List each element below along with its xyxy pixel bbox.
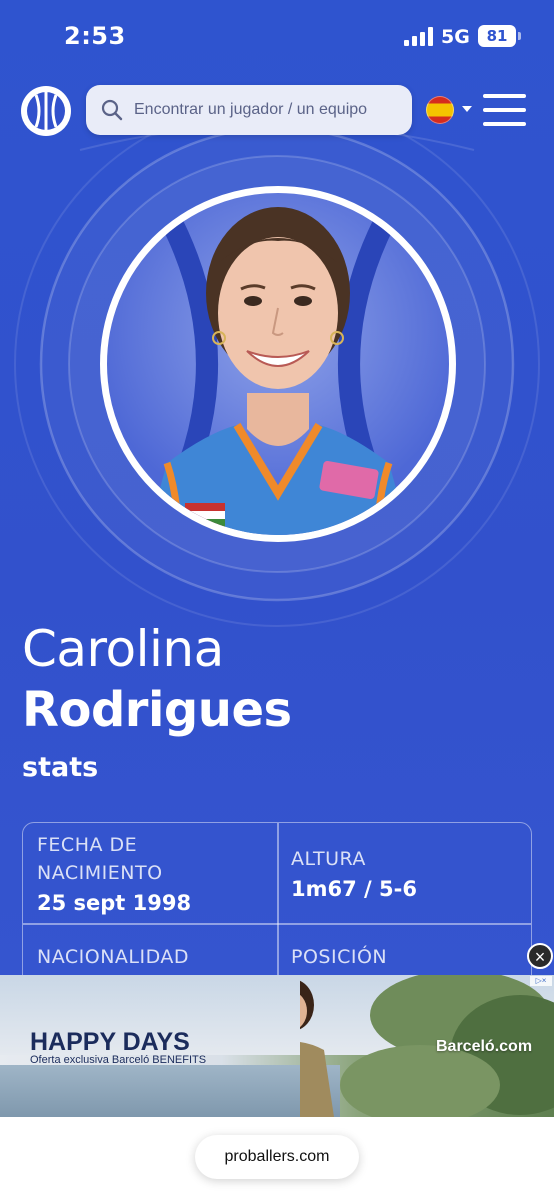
height-value: 1m67 / 5-6 (291, 877, 417, 901)
nationality-label: NACIONALIDAD (37, 946, 190, 968)
status-bar: 2:53 5G 81 (0, 0, 554, 76)
birth-date-label: FECHA DE NACIMIENTO (37, 834, 163, 884)
ad-brand[interactable]: Barceló.com (436, 1038, 532, 1056)
close-icon[interactable]: × (527, 943, 553, 969)
ad-subline: Oferta exclusiva Barceló BENEFITS (30, 1054, 207, 1066)
ad-sea (0, 1065, 340, 1117)
browser-url-bar[interactable]: proballers.com (195, 1135, 359, 1179)
stats-link[interactable]: stats (22, 752, 98, 783)
hamburger-menu-icon[interactable] (483, 94, 526, 126)
player-last-name: Rodrigues (22, 682, 292, 738)
position-label: POSICIÓN (291, 946, 388, 968)
basketball-logo-icon[interactable] (20, 85, 72, 137)
birth-date-value: 25 sept 1998 (37, 891, 192, 915)
ad-info-icon[interactable]: ▷× (530, 976, 552, 986)
battery-icon: 81 (478, 25, 521, 47)
search-input[interactable] (134, 85, 404, 135)
network-type: 5G (441, 26, 470, 48)
spain-flag-icon[interactable] (426, 96, 454, 124)
search-bar[interactable] (86, 85, 412, 135)
player-first-name: Carolina (22, 620, 224, 678)
height-label: ALTURA (291, 848, 366, 870)
status-time: 2:53 (64, 22, 126, 50)
search-icon (101, 99, 123, 121)
grid-divider-horizontal (23, 923, 531, 925)
ad-headline[interactable]: HAPPY DAYS (30, 1028, 190, 1057)
signal-strength-icon (404, 27, 434, 46)
chevron-down-icon[interactable] (462, 106, 472, 112)
player-photo (100, 186, 456, 542)
